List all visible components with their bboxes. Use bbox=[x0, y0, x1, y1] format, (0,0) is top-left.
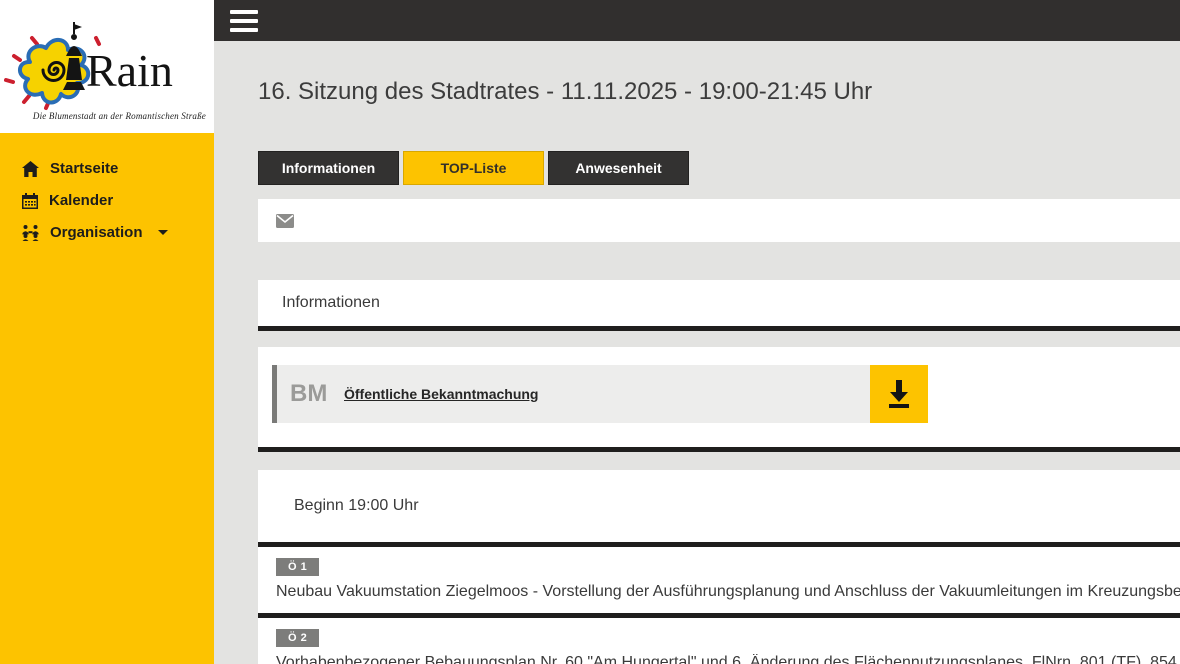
tab-bar: Informationen TOP-Liste Anwesenheit bbox=[258, 151, 1180, 185]
app-window: Rain Die Blumenstadt an der Romantischen… bbox=[0, 0, 1180, 664]
action-toolbar bbox=[258, 199, 1180, 242]
home-icon bbox=[22, 160, 39, 177]
top-item-badge: Ö 1 bbox=[276, 558, 320, 576]
download-button[interactable] bbox=[870, 365, 928, 423]
top-item-text: Vorhabenbezogener Bebauungsplan Nr. 60 "… bbox=[276, 654, 1180, 664]
top-item-oe2: Ö 2 Vorhabenbezogener Bebauungsplan Nr. … bbox=[258, 618, 1180, 664]
tab-informationen[interactable]: Informationen bbox=[258, 151, 399, 185]
tab-anwesenheit[interactable]: Anwesenheit bbox=[548, 151, 689, 185]
envelope-icon[interactable] bbox=[276, 213, 294, 228]
logo-wordmark: Rain bbox=[86, 45, 173, 96]
attachment-code: BM bbox=[290, 380, 328, 407]
sidebar-item-label: Kalender bbox=[49, 192, 114, 209]
tab-top-liste[interactable]: TOP-Liste bbox=[403, 151, 544, 185]
hamburger-menu-icon[interactable] bbox=[230, 9, 258, 32]
sidebar-item-kalender[interactable]: Kalender bbox=[22, 192, 204, 209]
logo[interactable]: Rain Die Blumenstadt an der Romantischen… bbox=[0, 0, 214, 133]
attachment-link[interactable]: Öffentliche Bekanntmachung bbox=[344, 386, 870, 402]
top-item-text: Neubau Vakuumstation Ziegelmoos - Vorste… bbox=[276, 583, 1180, 600]
chevron-down-icon bbox=[157, 230, 168, 235]
content-area: 16. Sitzung des Stadtrates - 11.11.2025 … bbox=[258, 78, 1180, 664]
sidebar: Rain Die Blumenstadt an der Romantischen… bbox=[0, 0, 214, 664]
section-attachments: BM Öffentliche Bekanntmachung bbox=[258, 347, 1180, 452]
sidebar-item-startseite[interactable]: Startseite bbox=[22, 160, 204, 177]
organisation-icon bbox=[22, 225, 39, 241]
rain-logo-graphic: Rain bbox=[4, 22, 173, 110]
top-item-oe1: Ö 1 Neubau Vakuumstation Ziegelmoos - Vo… bbox=[258, 547, 1180, 618]
top-item-beginn: Beginn 19:00 Uhr bbox=[258, 470, 1180, 547]
top-header-bar bbox=[214, 0, 1180, 41]
sidebar-item-organisation[interactable]: Organisation bbox=[22, 224, 204, 241]
sidebar-item-label: Organisation bbox=[50, 224, 143, 241]
top-item-badge: Ö 2 bbox=[276, 629, 320, 647]
sidebar-item-label: Startseite bbox=[50, 160, 119, 177]
page-title: 16. Sitzung des Stadtrates - 11.11.2025 … bbox=[258, 78, 873, 105]
attachment-row: BM Öffentliche Bekanntmachung bbox=[272, 365, 928, 423]
section-heading: Informationen bbox=[282, 294, 380, 311]
sidebar-nav: Startseite Kalender Organisation bbox=[0, 133, 214, 256]
main-area: 16. Sitzung des Stadtrates - 11.11.2025 … bbox=[214, 0, 1180, 664]
download-icon bbox=[889, 380, 909, 408]
section-informationen: Informationen bbox=[258, 280, 1180, 331]
top-item-text: Beginn 19:00 Uhr bbox=[294, 497, 419, 514]
logo-tagline: Die Blumenstadt an der Romantischen Stra… bbox=[32, 111, 206, 121]
calendar-icon bbox=[22, 192, 38, 209]
